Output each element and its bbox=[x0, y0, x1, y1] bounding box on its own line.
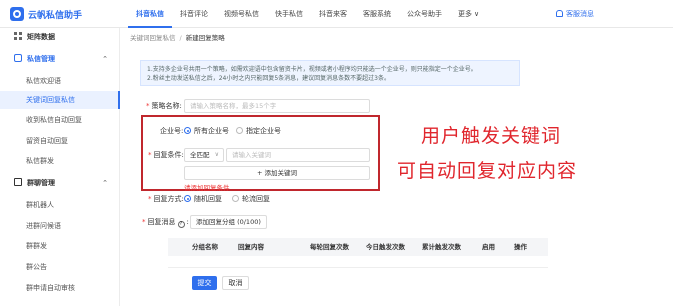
tab-douyin-dm[interactable]: 抖音私信 bbox=[128, 0, 172, 28]
reply-mode-label: * 回复方式: bbox=[148, 194, 184, 204]
sidebar-item-group-greeting[interactable]: 进群问候语 bbox=[0, 217, 120, 235]
sidebar-item-lead-auto-reply[interactable]: 留资自动回复 bbox=[0, 132, 120, 150]
annotation-line-1: 用户触发关键词 bbox=[421, 125, 562, 147]
sidebar-item-dm-broadcast[interactable]: 私信群发 bbox=[0, 152, 120, 170]
th-enabled: 启用 bbox=[482, 243, 495, 251]
logo-icon bbox=[10, 7, 24, 21]
group-chat-icon bbox=[14, 178, 22, 186]
app-name: 云帆私信助手 bbox=[28, 10, 83, 21]
condition-error-text: 请添加回复条件 bbox=[184, 184, 230, 192]
notice-line-1: 1.支持多企业号共用一个策略，如需欢迎语中包含留资卡片，视频或者小程序均只能选一… bbox=[147, 66, 477, 73]
submit-button[interactable]: 提交 bbox=[192, 276, 217, 290]
reply-table-header: 分组名称 回复内容 每轮回复次数 今日触发次数 累计触发次数 启用 操作 bbox=[168, 238, 548, 256]
reply-message-label-text: 回复消息 bbox=[147, 218, 176, 226]
reply-message-label: * 回复消息?: bbox=[142, 218, 189, 228]
radio-all-label: 所有企业号 bbox=[194, 127, 229, 135]
chevron-up-icon: ⌃ bbox=[102, 179, 108, 187]
required-mark: * bbox=[148, 195, 152, 203]
add-keyword-label: 添加关键词 bbox=[264, 169, 298, 177]
th-per-round: 每轮回复次数 bbox=[310, 243, 349, 251]
th-actions: 操作 bbox=[514, 243, 527, 251]
add-keyword-button[interactable]: + 添加关键词 bbox=[184, 166, 370, 180]
sidebar-item-group-notice[interactable]: 群公告 bbox=[0, 258, 120, 276]
breadcrumb: 关键词回复私信 / 新建回复策略 bbox=[130, 32, 225, 42]
reply-mode-label-text: 回复方式: bbox=[153, 195, 184, 203]
info-notice: 1.支持多企业号共用一个策略，如需欢迎语中包含留资卡片，视频或者小程序均只能选一… bbox=[140, 60, 520, 86]
radio-specific-enterprise[interactable]: 指定企业号 bbox=[236, 126, 281, 136]
breadcrumb-separator: / bbox=[179, 34, 182, 42]
service-message-label: 客服消息 bbox=[566, 10, 594, 18]
tab-more[interactable]: 更多 ∨ bbox=[450, 0, 487, 28]
radio-all-enterprise[interactable]: 所有企业号 bbox=[184, 126, 229, 136]
breadcrumb-parent[interactable]: 关键词回复私信 bbox=[130, 34, 176, 42]
radio-checked-icon bbox=[184, 195, 191, 202]
sidebar-item-group-bot[interactable]: 群机器人 bbox=[0, 196, 120, 214]
cancel-button[interactable]: 取消 bbox=[222, 276, 249, 290]
notice-line-2: 2.粉丝主动发送私信之后，24小时之内只能回复5条消息，建议回复消息条数不要超过… bbox=[147, 75, 390, 82]
radio-random-reply[interactable]: 随机回复 bbox=[184, 194, 222, 204]
reply-table-body bbox=[168, 256, 548, 268]
grid-icon bbox=[14, 32, 22, 40]
th-reply-content: 回复内容 bbox=[238, 243, 264, 251]
sidebar-group-dm-management[interactable]: 私信管理 ⌃ bbox=[0, 50, 120, 68]
condition-label-text: 回复条件: bbox=[153, 151, 184, 159]
radio-random-label: 随机回复 bbox=[194, 195, 222, 203]
tab-douyin-laike[interactable]: 抖音来客 bbox=[311, 0, 355, 28]
sidebar-item-auto-reply[interactable]: 收到私信自动回复 bbox=[0, 111, 120, 129]
th-group-name: 分组名称 bbox=[192, 243, 218, 251]
sidebar: 矩阵数据 私信管理 ⌃ 私信欢迎语 关键词回复私信 收到私信自动回复 留资自动回复… bbox=[0, 28, 120, 306]
chevron-down-icon: ∨ bbox=[214, 151, 219, 158]
chat-icon bbox=[14, 54, 22, 62]
match-mode-select[interactable]: 全匹配 ∨ bbox=[184, 148, 224, 162]
chevron-down-icon: ∨ bbox=[474, 10, 480, 18]
tab-more-label: 更多 bbox=[458, 10, 472, 18]
radio-rotate-reply[interactable]: 轮流回复 bbox=[232, 194, 270, 204]
help-icon[interactable]: ? bbox=[177, 221, 185, 228]
add-reply-group-button[interactable]: 添加回复分组 (0/100) bbox=[190, 215, 267, 229]
radio-checked-icon bbox=[184, 127, 191, 134]
th-today-triggers: 今日触发次数 bbox=[366, 243, 405, 251]
tab-kuaishou-dm[interactable]: 快手私信 bbox=[267, 0, 311, 28]
app-logo[interactable]: 云帆私信助手 bbox=[10, 7, 82, 21]
strategy-name-input[interactable]: 请输入策略名称，最多15个字 bbox=[184, 99, 370, 113]
sidebar-item-label: 矩阵数据 bbox=[27, 33, 55, 41]
radio-rotate-label: 轮流回复 bbox=[242, 195, 270, 203]
strategy-name-label: * 策略名称: bbox=[146, 101, 182, 111]
enterprise-label: 企业号: bbox=[160, 127, 184, 135]
tab-official-account[interactable]: 公众号助手 bbox=[399, 0, 450, 28]
condition-label: * 回复条件: bbox=[148, 150, 184, 160]
annotation-line-2: 可自动回复对应内容 bbox=[397, 160, 578, 182]
sidebar-item-matrix-data[interactable]: 矩阵数据 bbox=[0, 28, 120, 46]
bell-icon bbox=[556, 10, 563, 17]
radio-unchecked-icon bbox=[236, 127, 243, 134]
plus-icon: + bbox=[256, 169, 265, 177]
top-tabs: 抖音私信 抖音评论 视频号私信 快手私信 抖音来客 客服系统 公众号助手 更多 ∨ bbox=[128, 0, 487, 28]
breadcrumb-current: 新建回复策略 bbox=[185, 34, 225, 42]
top-bar: 云帆私信助手 抖音私信 抖音评论 视频号私信 快手私信 抖音来客 客服系统 公众… bbox=[0, 0, 673, 28]
sidebar-item-group-broadcast[interactable]: 群群发 bbox=[0, 237, 120, 255]
sidebar-item-group-auto-approve[interactable]: 群申请自动审核 bbox=[0, 279, 120, 297]
match-mode-value: 全匹配 bbox=[190, 151, 210, 159]
tab-channels-dm[interactable]: 视频号私信 bbox=[216, 0, 267, 28]
required-mark: * bbox=[142, 218, 146, 226]
strategy-name-label-text: 策略名称: bbox=[151, 102, 182, 110]
sidebar-item-label: 私信管理 bbox=[27, 55, 55, 63]
th-total-triggers: 累计触发次数 bbox=[422, 243, 461, 251]
required-mark: * bbox=[146, 102, 150, 110]
keyword-input[interactable]: 请输入关键词 bbox=[226, 148, 370, 162]
radio-unchecked-icon bbox=[232, 195, 239, 202]
radio-specific-label: 指定企业号 bbox=[246, 127, 281, 135]
sidebar-item-dm-welcome[interactable]: 私信欢迎语 bbox=[0, 72, 120, 90]
required-mark: * bbox=[148, 151, 152, 159]
tab-douyin-comment[interactable]: 抖音评论 bbox=[172, 0, 216, 28]
service-message-link[interactable]: 客服消息 bbox=[556, 9, 594, 19]
tab-customer-service[interactable]: 客服系统 bbox=[355, 0, 399, 28]
chevron-up-icon: ⌃ bbox=[102, 55, 108, 63]
sidebar-item-label: 群聊管理 bbox=[27, 179, 55, 187]
sidebar-group-group-chat[interactable]: 群聊管理 ⌃ bbox=[0, 174, 120, 192]
sidebar-item-keyword-reply[interactable]: 关键词回复私信 bbox=[0, 91, 120, 109]
